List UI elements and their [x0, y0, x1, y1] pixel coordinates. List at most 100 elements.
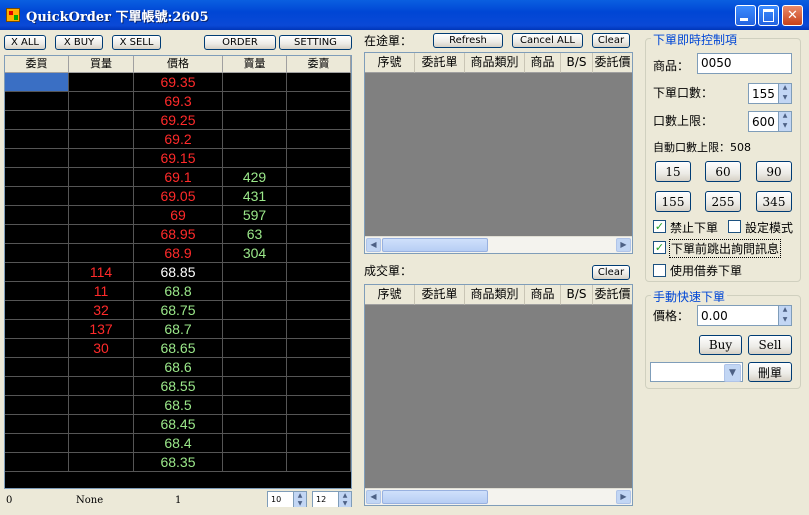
buy-order-cell[interactable]	[5, 73, 69, 92]
sell-order-cell[interactable]	[287, 358, 351, 377]
sell-order-cell[interactable]	[287, 92, 351, 111]
grid-row[interactable]: 68.9 304	[5, 244, 351, 263]
price-cell[interactable]: 69.25	[134, 111, 223, 130]
ask-qty-cell[interactable]	[223, 92, 287, 111]
chevron-down-icon[interactable]: ▼	[778, 315, 791, 325]
grid-row[interactable]: 68.55	[5, 377, 351, 396]
close-button[interactable]	[782, 5, 803, 26]
price-input[interactable]: 0.00 ▲ ▼	[697, 305, 792, 326]
forbid-order-checkbox[interactable]: ✓	[653, 220, 666, 233]
price-cell[interactable]: 68.65	[134, 339, 223, 358]
grid-row[interactable]: 114 68.85	[5, 263, 351, 282]
bid-qty-cell[interactable]: 30	[69, 339, 134, 358]
grid-row[interactable]: 68.4	[5, 434, 351, 453]
buy-order-cell[interactable]	[5, 187, 69, 206]
minimize-button[interactable]	[735, 5, 756, 26]
x-buy-button[interactable]: X BUY	[55, 35, 103, 50]
grid-row[interactable]: 69.15	[5, 149, 351, 168]
x-sell-button[interactable]: X SELL	[112, 35, 161, 50]
bid-qty-cell[interactable]	[69, 396, 134, 415]
grid-row[interactable]: 69.3	[5, 92, 351, 111]
bid-qty-cell[interactable]	[69, 187, 134, 206]
filled-hscroll[interactable]: ◀ ▶	[365, 488, 632, 505]
price-cell[interactable]: 68.45	[134, 415, 223, 434]
buy-order-cell[interactable]	[5, 168, 69, 187]
sell-order-cell[interactable]	[287, 244, 351, 263]
quick-qty-60[interactable]: 60	[705, 161, 741, 182]
price-cell[interactable]: 68.8	[134, 282, 223, 301]
filled-scroll-thumb[interactable]	[382, 490, 488, 504]
sell-order-cell[interactable]	[287, 187, 351, 206]
sell-order-cell[interactable]	[287, 263, 351, 282]
buy-order-cell[interactable]	[5, 282, 69, 301]
ask-qty-cell[interactable]	[223, 415, 287, 434]
cancel-all-button[interactable]: Cancel ALL	[512, 33, 583, 48]
bid-qty-cell[interactable]: 11	[69, 282, 134, 301]
bid-qty-cell[interactable]	[69, 92, 134, 111]
bid-qty-cell[interactable]	[69, 358, 134, 377]
buy-order-cell[interactable]	[5, 244, 69, 263]
price-cell[interactable]: 68.7	[134, 320, 223, 339]
bid-qty-cell[interactable]	[69, 111, 134, 130]
sell-order-cell[interactable]	[287, 168, 351, 187]
ask-qty-cell[interactable]: 429	[223, 168, 287, 187]
filled-clear-button[interactable]: Clear	[592, 265, 630, 280]
price-cell[interactable]: 69.15	[134, 149, 223, 168]
price-cell[interactable]: 69.05	[134, 187, 223, 206]
scroll-right-icon[interactable]: ▶	[616, 238, 631, 252]
grid-row[interactable]: 137 68.7	[5, 320, 351, 339]
sell-order-cell[interactable]	[287, 434, 351, 453]
grid-row[interactable]: 11 68.8	[5, 282, 351, 301]
buy-order-cell[interactable]	[5, 377, 69, 396]
sell-order-cell[interactable]	[287, 301, 351, 320]
ask-qty-cell[interactable]	[223, 434, 287, 453]
sell-order-cell[interactable]	[287, 396, 351, 415]
filled-orders-list[interactable]: 序號 委託單 商品類別 商品 B/S 委託價 ◀ ▶	[364, 284, 633, 506]
scroll-right-icon[interactable]: ▶	[616, 490, 631, 504]
sell-order-cell[interactable]	[287, 149, 351, 168]
chevron-down-icon[interactable]: ▼	[778, 121, 791, 131]
buy-order-cell[interactable]	[5, 92, 69, 111]
price-cell[interactable]: 68.35	[134, 453, 223, 472]
bid-qty-cell[interactable]: 137	[69, 320, 134, 339]
grid-row[interactable]: 69 597	[5, 206, 351, 225]
ask-qty-cell[interactable]	[223, 339, 287, 358]
price-cell[interactable]: 68.75	[134, 301, 223, 320]
sell-order-cell[interactable]	[287, 225, 351, 244]
sell-order-cell[interactable]	[287, 339, 351, 358]
chevron-down-icon[interactable]: ▼	[724, 364, 741, 382]
scroll-left-icon[interactable]: ◀	[366, 490, 381, 504]
ask-qty-cell[interactable]: 431	[223, 187, 287, 206]
x-all-button[interactable]: X ALL	[4, 35, 46, 50]
buy-order-cell[interactable]	[5, 320, 69, 339]
ask-qty-cell[interactable]	[223, 320, 287, 339]
chevron-down-icon[interactable]: ▼	[778, 93, 791, 103]
price-cell[interactable]: 68.4	[134, 434, 223, 453]
buy-order-cell[interactable]	[5, 206, 69, 225]
ask-qty-cell[interactable]	[223, 263, 287, 282]
grid-row[interactable]: 69.25	[5, 111, 351, 130]
use-borrow-checkbox[interactable]	[653, 264, 666, 277]
price-cell[interactable]: 68.5	[134, 396, 223, 415]
buy-order-cell[interactable]	[5, 358, 69, 377]
buy-order-cell[interactable]	[5, 301, 69, 320]
ask-qty-cell[interactable]	[223, 73, 287, 92]
price-ladder-grid[interactable]: 委買 買量 價格 賣量 委賣 69.35 69.3 69.25 69.2 69.15 69…	[4, 55, 352, 489]
ask-qty-cell[interactable]	[223, 130, 287, 149]
price-cell[interactable]: 68.95	[134, 225, 223, 244]
sell-order-cell[interactable]	[287, 320, 351, 339]
chevron-up-icon[interactable]: ▲	[338, 492, 351, 500]
grid-row[interactable]: 69.35	[5, 73, 351, 92]
grid-row[interactable]: 68.35	[5, 453, 351, 472]
buy-order-cell[interactable]	[5, 415, 69, 434]
bid-qty-cell[interactable]	[69, 244, 134, 263]
grid-row[interactable]: 32 68.75	[5, 301, 351, 320]
bid-qty-cell[interactable]	[69, 73, 134, 92]
ask-qty-cell[interactable]	[223, 358, 287, 377]
chevron-up-icon[interactable]: ▲	[293, 492, 306, 500]
ask-qty-cell[interactable]: 597	[223, 206, 287, 225]
price-cell[interactable]: 69	[134, 206, 223, 225]
quick-qty-345[interactable]: 345	[756, 191, 792, 212]
order-button[interactable]: ORDER	[204, 35, 276, 50]
ask-qty-cell[interactable]	[223, 301, 287, 320]
